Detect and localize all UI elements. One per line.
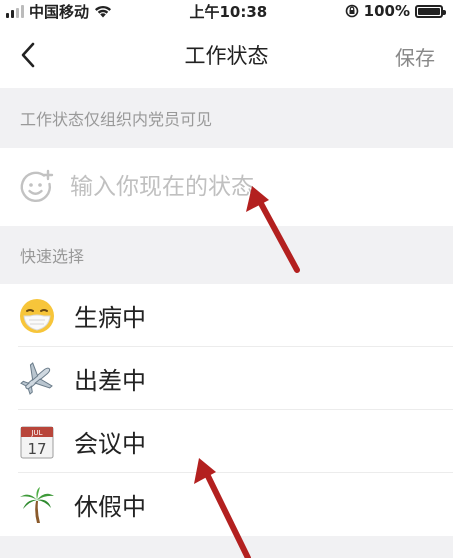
battery-icon [414,4,446,18]
status-right: 100% [345,2,446,20]
quick-item-label: 生病中 [74,304,146,332]
page-title: 工作状态 [184,44,269,68]
status-left: 中国移动 [6,1,112,22]
back-chevron-icon[interactable] [14,40,44,70]
calendar-month: JUL [30,429,42,437]
quick-select-label: 快速选择 [20,247,85,266]
orientation-lock-icon [345,4,358,18]
sick-mask-emoji-icon [20,298,54,333]
quick-item-vacation[interactable]: 休假中 [0,473,453,536]
quick-item-sick[interactable]: 生病中 [0,284,453,347]
quick-item-label: 出差中 [74,367,146,395]
save-button[interactable]: 保存 [395,42,435,71]
calendar-day: 17 [27,440,46,458]
status-input[interactable] [68,173,432,201]
time-label: 上午10:38 [189,2,268,21]
status-input-row[interactable] [0,148,453,226]
quick-item-label: 会议中 [74,430,146,458]
airplane-emoji-icon [20,361,53,395]
battery-fill [417,7,440,15]
add-emoji-icon[interactable] [18,169,54,205]
quick-item-label: 休假中 [74,493,146,521]
wifi-icon [95,5,112,17]
nav-bar: 工作状态 保存 [0,22,453,88]
battery-percent: 100% [363,2,410,20]
quick-item-business-trip[interactable]: 出差中 [0,347,453,410]
visibility-hint: 工作状态仅组织内党员可见 [20,110,213,129]
carrier-label: 中国移动 [29,2,90,21]
status-bar: 中国移动 上午10:38 100% [0,0,453,22]
signal-icon [6,4,24,18]
quick-select-list: 生病中 出差中 JUL 17 会议中 休假中 [0,284,453,536]
quick-item-meeting[interactable]: JUL 17 会议中 [0,410,453,473]
calendar-emoji-icon: JUL 17 [20,426,54,458]
palm-tree-emoji-icon [20,486,54,523]
